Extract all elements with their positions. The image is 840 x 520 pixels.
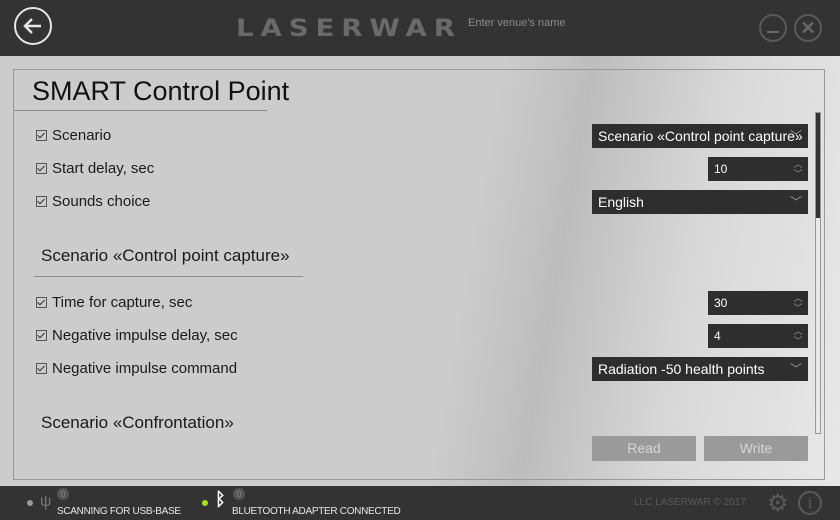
copyright: LLC LASERWAR © 2017 (634, 497, 746, 508)
chevron-up-icon[interactable]: ︿ (792, 293, 804, 303)
title-divider (14, 110, 267, 111)
negative-delay-spinner[interactable]: 4 ︿ ﹀ (708, 324, 808, 348)
read-button[interactable]: Read (592, 436, 696, 461)
chevron-down-icon[interactable]: ﹀ (792, 336, 804, 346)
row-sounds: Sounds choice (36, 191, 150, 211)
page-title: SMART Control Point (32, 76, 290, 106)
chevron-down-icon: ﹀ (789, 195, 802, 209)
row-start-delay: Start delay, sec (36, 158, 154, 178)
sounds-checkbox[interactable] (36, 195, 47, 207)
usb-icon: ψ (40, 493, 52, 510)
time-capture-spinner[interactable]: 30 ︿ ﹀ (708, 291, 808, 315)
chevron-down-icon[interactable]: ﹀ (792, 169, 804, 179)
chevron-up-icon[interactable]: ︿ (792, 326, 804, 336)
section-title: Scenario «Control point capture» (41, 246, 290, 265)
row-label: Negative impulse command (52, 359, 238, 377)
scenario-checkbox[interactable] (36, 129, 47, 141)
spinner-value: 10 (714, 162, 728, 176)
close-button[interactable]: ✕ (794, 14, 822, 42)
section-title: Scenario «Confrontation» (41, 413, 234, 429)
usb-status-text: SCANNING FOR USB-BASE (57, 506, 181, 517)
arrow-left-icon (23, 18, 41, 34)
spinner-value: 4 (714, 329, 721, 343)
row-scenario: Scenario (36, 125, 111, 145)
row-label: Scenario (52, 126, 112, 144)
row-negative-delay: Negative impulse delay, sec (36, 325, 238, 345)
bluetooth-status-dot (202, 500, 208, 506)
main-content: SMART Control Point Scenario Scenario «C… (0, 56, 840, 486)
venue-name-input[interactable]: Enter venue's name (468, 17, 566, 29)
row-label: Start delay, sec (52, 159, 155, 177)
back-button[interactable] (14, 7, 52, 45)
section-divider (34, 276, 303, 277)
status-bar: ψ 0 SCANNING FOR USB-BASE ᛒ 0 BLUETOOTH … (0, 486, 840, 520)
usb-count-badge: 0 (57, 488, 69, 500)
start-delay-checkbox[interactable] (36, 162, 47, 174)
select-value: English (598, 194, 644, 210)
chevron-down-icon: ﹀ (789, 129, 802, 143)
bluetooth-icon: ᛒ (215, 489, 226, 509)
spinner-value: 30 (714, 296, 728, 310)
bluetooth-status-text: BLUETOOTH ADAPTER CONNECTED (232, 506, 401, 517)
row-label: Time for capture, sec (52, 293, 193, 311)
title-bar: LASERWAR Enter venue's name ✕ (0, 0, 840, 56)
minimize-button[interactable] (759, 14, 787, 42)
select-value: Radiation -50 health points (598, 361, 765, 377)
negative-command-select[interactable]: Radiation -50 health points ﹀ (592, 357, 808, 381)
write-button[interactable]: Write (704, 436, 808, 461)
start-delay-spinner[interactable]: 10 ︿ ﹀ (708, 157, 808, 181)
close-icon: ✕ (800, 18, 816, 38)
select-value: Scenario «Control point capture» (598, 128, 803, 144)
scrollbar-thumb[interactable] (816, 113, 820, 218)
gear-icon[interactable]: ⚙ (767, 492, 789, 516)
usb-status-dot (27, 500, 33, 506)
scrollbar[interactable] (815, 112, 821, 434)
settings-panel: SMART Control Point Scenario Scenario «C… (13, 69, 825, 480)
info-icon[interactable]: i (798, 491, 822, 515)
time-capture-checkbox[interactable] (36, 296, 47, 308)
negative-command-checkbox[interactable] (36, 362, 47, 374)
chevron-up-icon[interactable]: ︿ (792, 159, 804, 169)
negative-delay-checkbox[interactable] (36, 329, 47, 341)
scenario-select[interactable]: Scenario «Control point capture» ﹀ (592, 124, 808, 148)
row-label: Sounds choice (52, 192, 151, 210)
app-logo: LASERWAR (236, 14, 462, 42)
row-negative-command: Negative impulse command (36, 358, 237, 378)
chevron-down-icon[interactable]: ﹀ (792, 303, 804, 313)
row-label: Negative impulse delay, sec (52, 326, 238, 344)
chevron-down-icon: ﹀ (789, 362, 802, 376)
row-time-capture: Time for capture, sec (36, 292, 192, 312)
bluetooth-count-badge: 0 (233, 488, 245, 500)
minimize-icon (767, 31, 779, 33)
sounds-select[interactable]: English ﹀ (592, 190, 808, 214)
